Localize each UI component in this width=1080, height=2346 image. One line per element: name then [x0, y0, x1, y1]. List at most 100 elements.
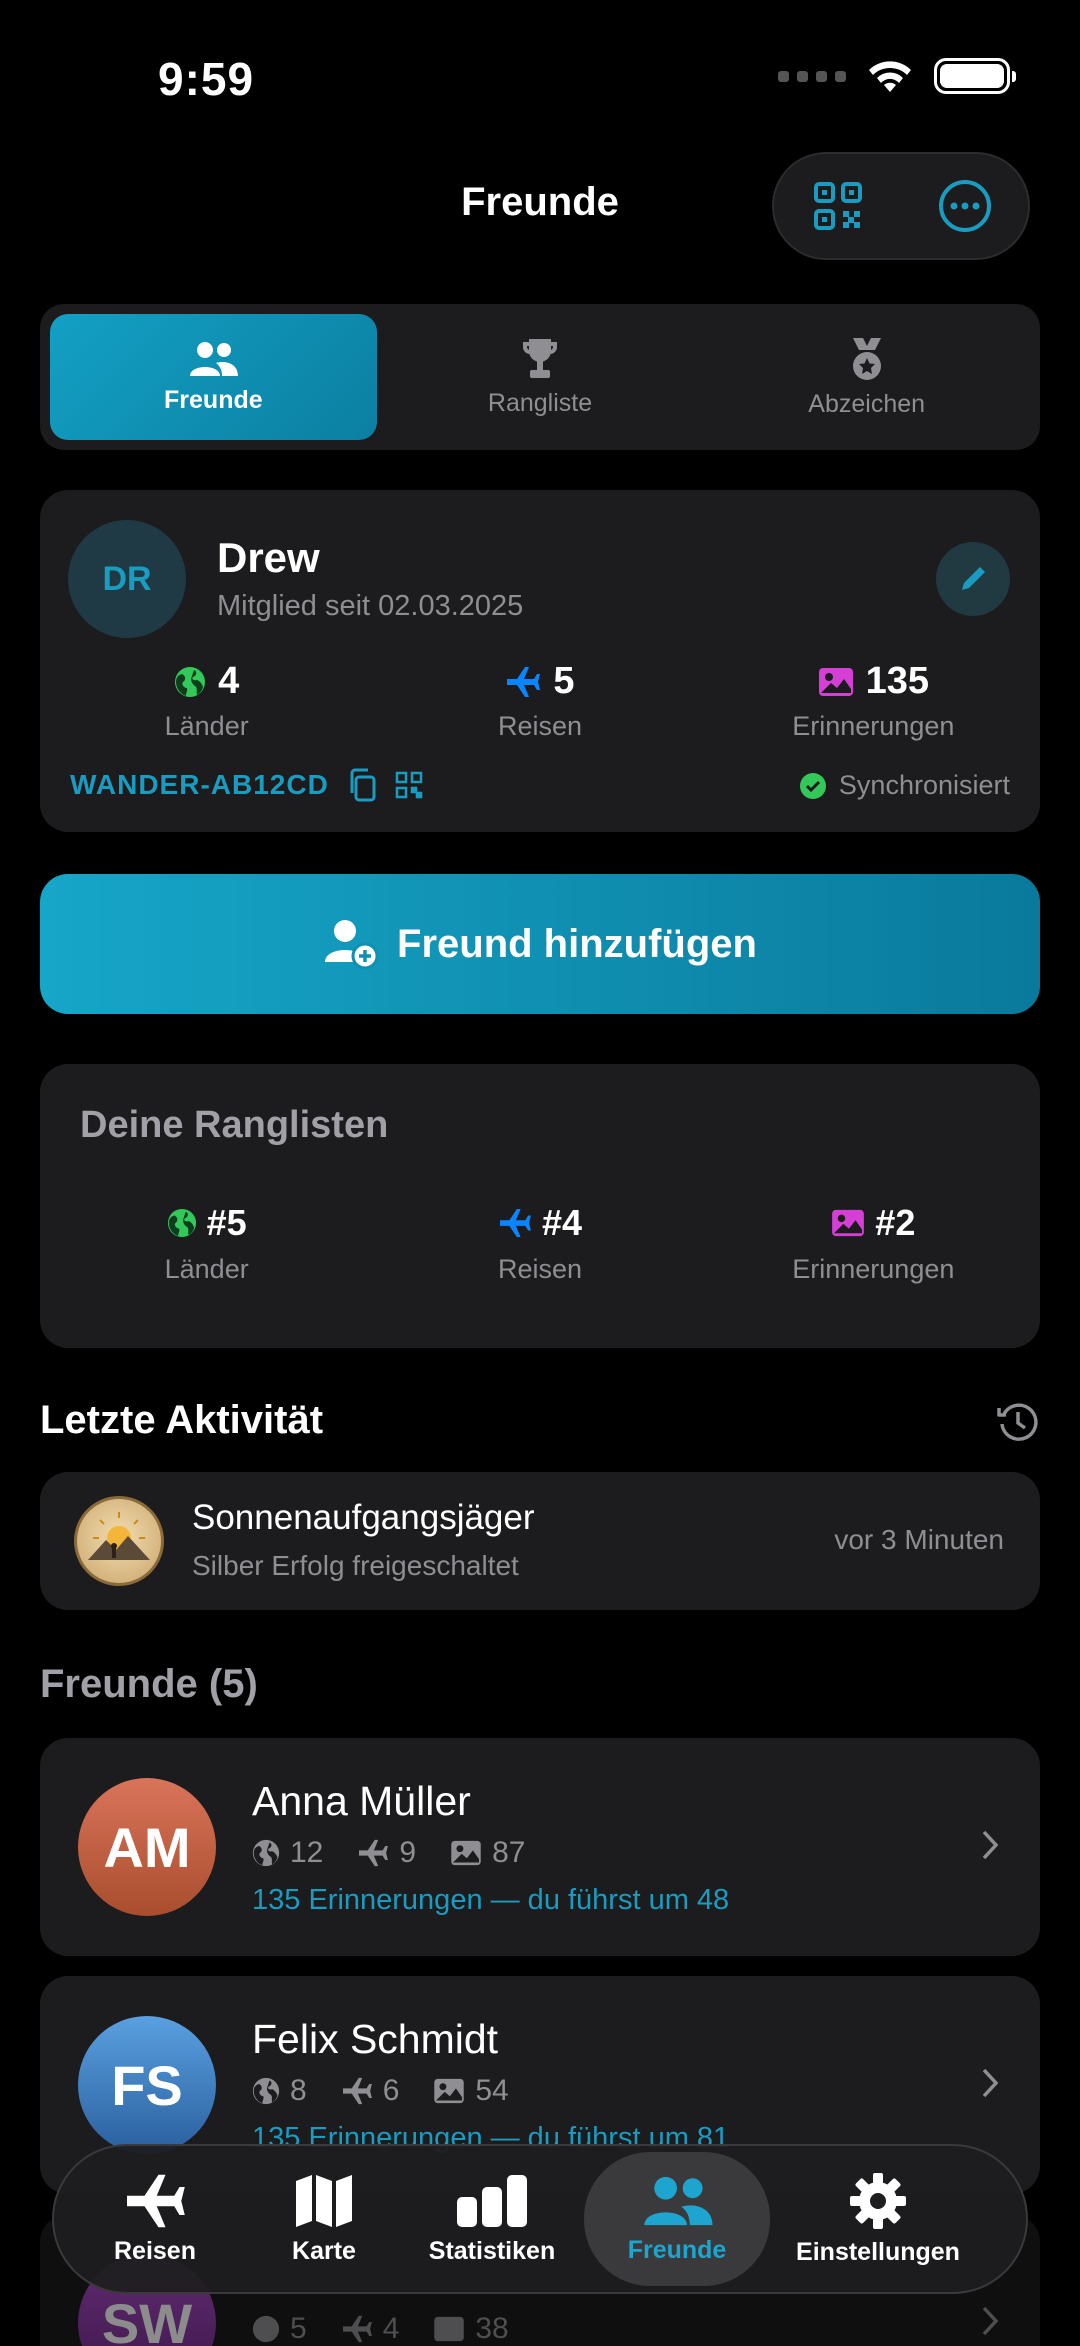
friend-memories: 54 — [475, 2074, 509, 2107]
profile-stats: 4 Länder 5 Reisen 135 Erinnerungen — [40, 660, 1040, 742]
tab-einstellungen[interactable]: Einstellungen — [770, 2152, 986, 2286]
tab-karte[interactable]: Karte — [248, 2152, 400, 2286]
tab-label: Statistiken — [428, 2236, 556, 2265]
profile-card: DR Drew Mitglied seit 02.03.2025 4 Lände… — [40, 490, 1040, 832]
add-friend-button[interactable]: Freund hinzufügen — [40, 874, 1040, 1014]
stat-value: 5 — [553, 660, 575, 702]
checkmark-circle-icon — [799, 772, 826, 799]
tab-statistiken[interactable]: Statistiken — [400, 2152, 584, 2286]
friend-memories: 87 — [492, 1836, 526, 1869]
segment-freunde[interactable]: Freunde — [50, 314, 377, 440]
wifi-icon — [869, 61, 911, 92]
stat-trips: 5 Reisen — [373, 660, 706, 742]
friend-trips: 6 — [382, 2074, 400, 2107]
status-time: 9:59 — [158, 53, 255, 105]
activity-section-title: Letzte Aktivität — [40, 1398, 324, 1442]
tab-label: Freunde — [627, 2235, 727, 2264]
status-bar: 9:59 — [0, 0, 1080, 150]
globe-icon — [252, 2077, 280, 2105]
friend-code: WANDER-AB12CD — [70, 768, 423, 802]
airplane-icon — [342, 2315, 372, 2343]
friend-name: Anna Müller — [252, 1778, 471, 1824]
friend-countries: 8 — [290, 2074, 307, 2107]
add-friend-label: Freund hinzufügen — [397, 921, 757, 966]
rank-label: Erinnerungen — [792, 1254, 955, 1284]
more-button[interactable] — [925, 166, 1005, 246]
friend-avatar: AM — [78, 1778, 216, 1916]
segment-rangliste[interactable]: Rangliste — [377, 314, 704, 440]
friend-stats: 5 4 38 — [252, 2312, 509, 2346]
people-icon — [190, 341, 239, 376]
segment-label: Abzeichen — [808, 389, 926, 418]
friend-trips: 4 — [382, 2312, 400, 2345]
qr-code-button[interactable] — [798, 166, 878, 246]
map-icon — [296, 2174, 352, 2227]
qr-code-small-icon[interactable] — [395, 771, 423, 799]
stat-label: Erinnerungen — [792, 711, 955, 741]
rank-memories: #2 Erinnerungen — [707, 1202, 1040, 1285]
stat-value: 135 — [865, 660, 930, 702]
friend-memories: 38 — [475, 2312, 509, 2345]
rank-trips: #4 Reisen — [373, 1202, 706, 1285]
rank-value: #2 — [875, 1202, 916, 1243]
member-since: Mitglied seit 02.03.2025 — [217, 590, 524, 622]
friend-code-text: WANDER-AB12CD — [70, 769, 329, 800]
stat-label: Reisen — [497, 711, 583, 741]
pencil-icon — [962, 567, 985, 590]
activity-item[interactable]: Sonnenaufgangsjäger Silber Erfolg freige… — [40, 1472, 1040, 1610]
photo-icon — [451, 1840, 481, 1866]
profile-name: Drew — [217, 534, 320, 581]
stat-label: Länder — [164, 711, 249, 741]
stat-memories: 135 Erinnerungen — [707, 660, 1040, 742]
airplane-icon — [499, 1208, 531, 1238]
tab-label: Einstellungen — [796, 2237, 960, 2266]
medal-icon — [852, 337, 881, 380]
tab-label: Reisen — [114, 2236, 196, 2265]
battery-icon — [934, 58, 1016, 94]
airplane-icon — [359, 1839, 389, 1867]
tab-freunde[interactable]: Freunde — [584, 2152, 770, 2286]
friend-countries: 12 — [290, 1836, 324, 1869]
friend-row[interactable]: AM Anna Müller 12 9 87 135 Erinnerungen … — [40, 1738, 1040, 1956]
friend-stats: 12 9 87 — [252, 1836, 525, 1870]
friend-countries: 5 — [290, 2312, 307, 2345]
photo-icon — [434, 2078, 465, 2104]
signal-icon — [778, 70, 846, 82]
rank-label: Länder — [164, 1254, 249, 1284]
photo-icon — [818, 667, 853, 696]
history-button[interactable] — [996, 1400, 1040, 1449]
friend-name: Felix Schmidt — [252, 2016, 499, 2062]
rank-value: #5 — [206, 1202, 247, 1243]
activity-title: Sonnenaufgangsjäger — [192, 1498, 535, 1537]
chevron-right-icon — [982, 1830, 999, 1860]
segment-label: Freunde — [164, 385, 263, 414]
gear-icon — [850, 2172, 906, 2229]
copy-icon[interactable] — [347, 768, 377, 802]
sync-status: Synchronisiert — [799, 770, 1010, 801]
chevron-right-icon — [982, 2068, 999, 2098]
people-icon — [644, 2176, 713, 2225]
rank-countries: #5 Länder — [40, 1202, 373, 1285]
rankings-card[interactable]: Deine Ranglisten #5 Länder #4 Reisen #2 … — [40, 1064, 1040, 1348]
ellipsis-circle-icon — [938, 180, 991, 232]
airplane-icon — [127, 2174, 185, 2227]
trophy-icon — [523, 338, 557, 378]
person-add-icon — [325, 920, 379, 970]
friend-lead-text: 135 Erinnerungen — du führst um 48 — [252, 1884, 730, 1916]
stat-countries: 4 Länder — [40, 660, 373, 742]
rankings-title: Deine Ranglisten — [80, 1104, 389, 1146]
airplane-icon — [342, 2077, 372, 2105]
bar-chart-icon — [457, 2174, 527, 2227]
segment-abzeichen[interactable]: Abzeichen — [703, 314, 1030, 440]
friend-stats: 8 6 54 — [252, 2074, 509, 2108]
globe-icon — [167, 1208, 196, 1238]
globe-icon — [175, 666, 206, 697]
sync-status-text: Synchronisiert — [838, 770, 1010, 800]
avatar: DR — [68, 520, 186, 638]
friend-avatar: FS — [78, 2016, 216, 2154]
achievement-badge-image — [74, 1496, 164, 1586]
segmented-control: Freunde Rangliste Abzeichen — [40, 304, 1040, 450]
tab-reisen[interactable]: Reisen — [62, 2152, 248, 2286]
edit-profile-button[interactable] — [936, 542, 1010, 616]
stat-value: 4 — [218, 660, 240, 702]
